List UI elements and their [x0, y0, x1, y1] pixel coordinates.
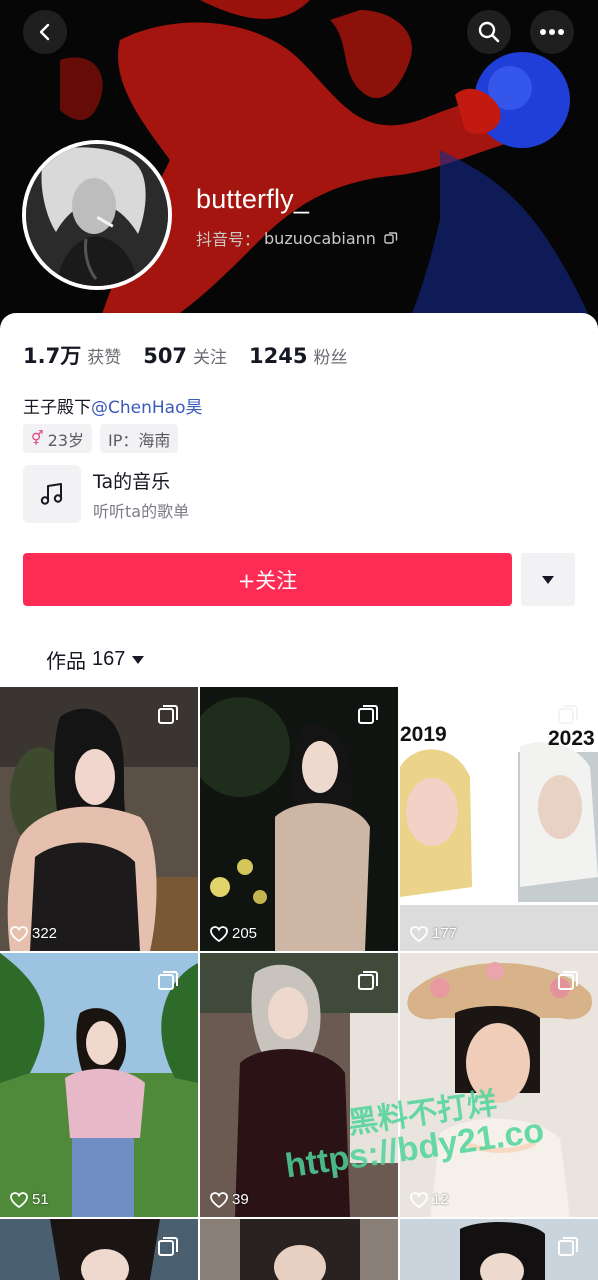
post-tile[interactable]: 51: [0, 953, 198, 1217]
avatar-photo: [26, 144, 168, 286]
post-thumbnail: [200, 953, 398, 1217]
age-text: 23岁: [47, 430, 85, 450]
multi-image-icon: [558, 1237, 578, 1256]
year-label: 2023: [548, 727, 595, 750]
post-likes: 177: [410, 925, 457, 942]
music-subtitle: 听听ta的歌单: [93, 501, 190, 521]
likes-count: 51: [32, 1191, 49, 1208]
ip-text: IP：海南: [108, 430, 171, 450]
profile-cover: butterfly_ 抖音号： buzuocabiann: [0, 0, 598, 340]
bio-mention-link[interactable]: @ChenHao昊: [91, 398, 202, 418]
tab-works[interactable]: 作品 167: [46, 645, 145, 674]
gender-icon: ⚥: [31, 430, 44, 447]
post-thumbnail: [400, 953, 598, 1217]
likes-count: 177: [432, 925, 458, 942]
post-likes: 205: [210, 925, 257, 942]
multi-image-icon: [158, 1237, 178, 1256]
likes-count: 12: [432, 1191, 449, 1208]
recommend-dropdown-button[interactable]: [521, 553, 575, 606]
search-icon: [478, 21, 500, 43]
post-tile[interactable]: 322: [0, 687, 198, 951]
follow-button[interactable]: +关注: [23, 553, 512, 606]
post-likes: 51: [10, 1191, 49, 1208]
works-tab-label: 作品: [46, 649, 86, 673]
heart-icon: [410, 1191, 428, 1208]
caret-down-icon: [542, 575, 554, 584]
music-entry[interactable]: Ta的音乐 听听ta的歌单: [23, 465, 189, 523]
post-likes: 39: [210, 1191, 249, 1208]
profile-info-card: 1.7万 获赞 507 关注 1245 粉丝 王子殿下@ChenHao昊 ⚥ 2…: [0, 313, 598, 693]
multi-image-icon: [158, 971, 178, 990]
post-thumbnail: [0, 953, 198, 1217]
stat-label: 关注: [193, 348, 228, 368]
heart-icon: [10, 925, 28, 942]
music-text: Ta的音乐 听听ta的歌单: [93, 467, 189, 522]
post-tile[interactable]: 2019 2023 177: [400, 687, 598, 951]
post-tile[interactable]: [400, 1219, 598, 1280]
caret-down-icon: [132, 655, 145, 664]
stat-label: 粉丝: [313, 348, 348, 368]
multi-image-icon: [358, 971, 378, 990]
stat-likes[interactable]: 1.7万 获赞: [23, 340, 121, 370]
stat-value: 507: [143, 344, 188, 368]
post-likes: 12: [410, 1191, 449, 1208]
music-title: Ta的音乐: [93, 470, 171, 493]
more-dots-icon: [540, 29, 564, 35]
chevron-left-icon: [39, 23, 50, 41]
post-thumbnail: [200, 1219, 398, 1280]
heart-icon: [210, 925, 228, 942]
stat-value: 1.7万: [23, 344, 82, 368]
post-thumbnail: [200, 687, 398, 951]
copy-icon[interactable]: [384, 231, 398, 245]
stat-value: 1245: [249, 344, 308, 368]
stat-label: 获赞: [87, 348, 122, 368]
post-tile[interactable]: 39: [200, 953, 398, 1217]
music-icon-box: [23, 465, 81, 523]
multi-image-icon: [558, 705, 578, 724]
post-tile[interactable]: [200, 1219, 398, 1280]
multi-image-icon: [358, 705, 378, 724]
heart-icon: [410, 925, 428, 942]
multi-image-icon: [158, 705, 178, 724]
douyin-id: 抖音号： buzuocabiann: [196, 226, 398, 250]
profile-tags: ⚥ 23岁 IP：海南: [23, 424, 179, 453]
stats-row: 1.7万 获赞 507 关注 1245 粉丝: [23, 340, 370, 370]
music-note-icon: [40, 483, 63, 505]
works-tab-count: 167: [92, 648, 126, 670]
stat-following[interactable]: 507 关注: [143, 343, 227, 368]
likes-count: 322: [32, 925, 58, 942]
avatar[interactable]: [22, 140, 172, 290]
year-label: 2019: [400, 723, 447, 746]
back-button[interactable]: [23, 10, 67, 54]
likes-count: 39: [232, 1191, 249, 1208]
douyin-id-value: buzuocabiann: [264, 228, 376, 248]
more-options-button[interactable]: [530, 10, 574, 54]
heart-icon: [10, 1191, 28, 1208]
bio-text: 王子殿下: [23, 398, 91, 418]
post-tile[interactable]: [0, 1219, 198, 1280]
heart-icon: [210, 1191, 228, 1208]
bio: 王子殿下@ChenHao昊: [23, 393, 202, 418]
ip-tag: IP：海南: [100, 424, 179, 453]
works-grid: 322 205 2019 2023 177 51 39 12: [0, 687, 598, 1280]
post-thumbnail: [0, 687, 198, 951]
search-button[interactable]: [467, 10, 511, 54]
multi-image-icon: [558, 971, 578, 990]
post-tile[interactable]: 205: [200, 687, 398, 951]
post-likes: 322: [10, 925, 57, 942]
age-tag: ⚥ 23岁: [23, 424, 93, 453]
post-tile[interactable]: 12: [400, 953, 598, 1217]
douyin-id-label: 抖音号：: [196, 230, 261, 249]
username: butterfly_: [196, 184, 310, 214]
stat-followers[interactable]: 1245 粉丝: [249, 343, 347, 368]
likes-count: 205: [232, 925, 258, 942]
